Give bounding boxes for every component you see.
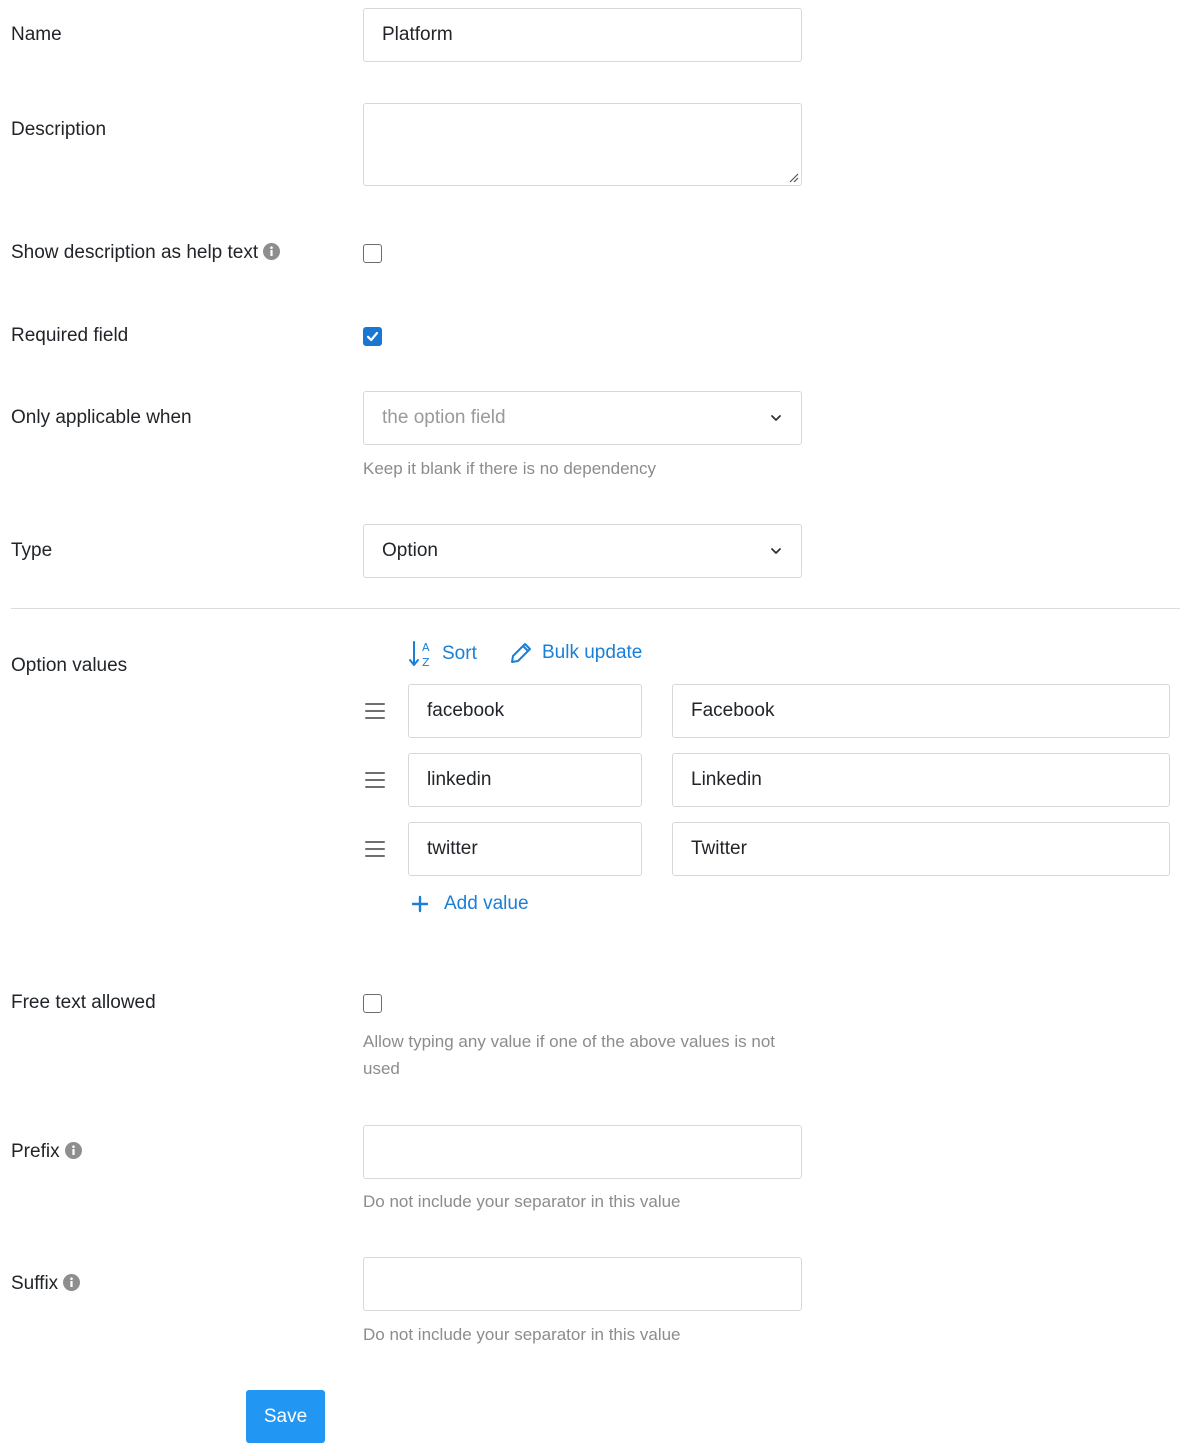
add-value-label: Add value — [444, 893, 529, 914]
applicable-select[interactable]: the option field — [363, 391, 802, 445]
applicable-select-placeholder: the option field — [382, 407, 506, 428]
prefix-input[interactable] — [363, 1125, 802, 1179]
pencil-icon — [511, 643, 531, 663]
chevron-down-icon — [771, 548, 781, 554]
drag-handle-icon[interactable] — [365, 841, 385, 857]
show-help-label: Show description as help text — [11, 241, 281, 267]
option-value-input[interactable] — [672, 753, 1170, 807]
chevron-down-icon — [771, 415, 781, 421]
plus-icon — [411, 895, 429, 913]
free-text-help-text: Allow typing any value if one of the abo… — [363, 1032, 776, 1078]
description-textarea[interactable] — [363, 103, 802, 186]
save-button[interactable]: Save — [246, 1390, 325, 1443]
svg-text:Z: Z — [422, 656, 430, 668]
bulk-update-label: Bulk update — [542, 642, 643, 663]
bulk-update-button[interactable]: Bulk update — [508, 640, 642, 666]
description-label: Description — [11, 119, 107, 140]
sort-label: Sort — [442, 643, 477, 664]
suffix-help-text: Do not include your separator in this va… — [363, 1325, 681, 1344]
drag-handle-icon[interactable] — [365, 703, 385, 719]
option-value-input[interactable] — [672, 822, 1170, 876]
resize-handle-icon[interactable] — [789, 173, 799, 183]
name-label: Name — [11, 24, 62, 45]
name-input[interactable] — [363, 8, 802, 62]
check-icon — [366, 331, 379, 342]
applicable-help-text: Keep it blank if there is no dependency — [363, 459, 656, 478]
sort-az-icon: A Z — [409, 641, 430, 668]
required-checkbox[interactable] — [363, 327, 382, 346]
type-select[interactable]: Option — [363, 524, 802, 578]
info-icon[interactable] — [64, 1142, 82, 1166]
free-text-checkbox[interactable] — [363, 994, 382, 1013]
drag-handle-icon[interactable] — [365, 772, 385, 788]
show-help-label-text: Show description as help text — [11, 242, 259, 263]
prefix-help-text: Do not include your separator in this va… — [363, 1192, 681, 1211]
option-values-label: Option values — [11, 655, 128, 676]
option-key-input[interactable] — [408, 822, 642, 876]
required-label: Required field — [11, 325, 129, 346]
section-divider — [11, 608, 1180, 609]
option-key-input[interactable] — [408, 684, 642, 738]
info-icon[interactable] — [63, 1274, 81, 1298]
option-key-input[interactable] — [408, 753, 642, 807]
suffix-input[interactable] — [363, 1257, 802, 1311]
applicable-label: Only applicable when — [11, 407, 192, 428]
suffix-label: Suffix — [11, 1272, 81, 1298]
free-text-label: Free text allowed — [11, 992, 156, 1013]
type-label: Type — [11, 540, 53, 561]
prefix-label: Prefix — [11, 1140, 82, 1166]
show-help-checkbox[interactable] — [363, 244, 382, 263]
info-icon[interactable] — [263, 243, 281, 267]
option-value-input[interactable] — [672, 684, 1170, 738]
suffix-label-text: Suffix — [11, 1273, 59, 1294]
sort-button[interactable]: A Z Sort — [408, 640, 477, 668]
add-value-button[interactable]: Add value — [410, 893, 529, 915]
type-select-value: Option — [382, 540, 438, 561]
svg-text:A: A — [422, 641, 430, 654]
prefix-label-text: Prefix — [11, 1141, 60, 1162]
